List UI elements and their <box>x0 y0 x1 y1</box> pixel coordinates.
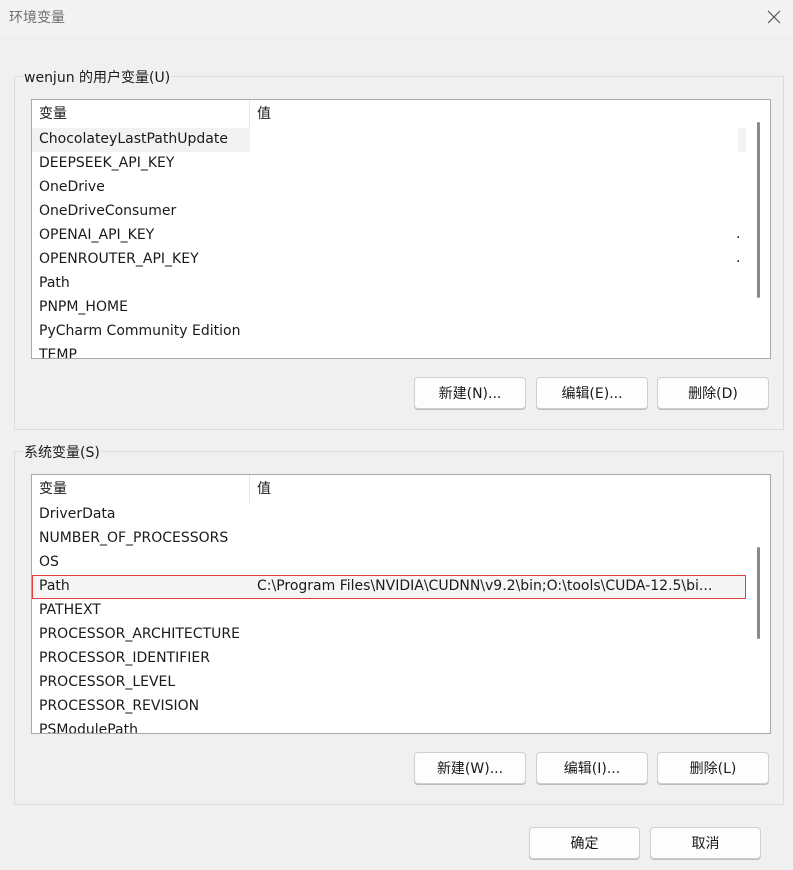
system-variables-list[interactable]: 变量 值 DriverData NUMBER_OF_PROCESSORS OS … <box>31 474 771 734</box>
scrollbar-thumb[interactable] <box>757 547 760 639</box>
list-item[interactable]: PROCESSOR_LEVEL <box>32 671 746 695</box>
list-item[interactable]: ChocolateyLastPathUpdate <box>32 128 746 152</box>
variable-name: PyCharm Community Edition <box>39 323 241 339</box>
list-item[interactable]: OPENAI_API_KEY . <box>32 224 746 248</box>
user-variables-group: wenjun 的用户变量(U) 变量 值 ChocolateyLastPathU… <box>14 67 784 430</box>
system-rows: DriverData NUMBER_OF_PROCESSORS OS Path … <box>32 503 746 734</box>
list-item[interactable]: PROCESSOR_ARCHITECTURE <box>32 623 746 647</box>
list-item[interactable]: DEEPSEEK_API_KEY <box>32 152 746 176</box>
list-item[interactable]: OS <box>32 551 746 575</box>
user-list-header: 变量 值 <box>32 100 746 128</box>
column-header-value[interactable]: 值 <box>250 100 746 128</box>
variable-name: OneDriveConsumer <box>39 203 177 219</box>
list-item[interactable]: PNPM_HOME <box>32 296 746 320</box>
system-variables-label: 系统变量(S) <box>23 442 101 462</box>
list-item[interactable]: TEMP <box>32 344 746 359</box>
list-item[interactable]: NUMBER_OF_PROCESSORS <box>32 527 746 551</box>
variable-name: PROCESSOR_REVISION <box>39 698 200 714</box>
variable-name: DEEPSEEK_API_KEY <box>39 155 175 171</box>
variable-name: OS <box>39 554 59 570</box>
list-item[interactable]: DriverData <box>32 503 746 527</box>
user-delete-button[interactable]: 删除(D) <box>657 377 769 409</box>
masked-value-dot: . <box>736 250 741 266</box>
variable-name: PROCESSOR_LEVEL <box>39 674 176 690</box>
ok-button[interactable]: 确定 <box>529 827 640 859</box>
column-header-value[interactable]: 值 <box>250 475 746 503</box>
system-delete-button[interactable]: 删除(L) <box>657 752 769 784</box>
value-cell-bg <box>250 128 738 152</box>
list-item[interactable]: OneDrive <box>32 176 746 200</box>
system-edit-button[interactable]: 编辑(I)... <box>536 752 648 784</box>
variable-name: PATHEXT <box>39 602 101 618</box>
variable-name: OPENAI_API_KEY <box>39 227 155 243</box>
cancel-button[interactable]: 取消 <box>650 827 761 859</box>
variable-name: TEMP <box>39 347 77 359</box>
list-item[interactable]: PSModulePath <box>32 719 746 734</box>
list-item[interactable]: Path <box>32 272 746 296</box>
masked-value-dot: . <box>736 226 741 242</box>
variable-name: PROCESSOR_IDENTIFIER <box>39 650 210 666</box>
variable-name: OPENROUTER_API_KEY <box>39 251 199 267</box>
user-variables-label: wenjun 的用户变量(U) <box>23 67 172 87</box>
user-new-button[interactable]: 新建(N)... <box>414 377 526 409</box>
variable-value: C:\Program Files\NVIDIA\CUDNN\v9.2\bin;O… <box>257 578 713 594</box>
title-bar: 环境变量 <box>0 0 793 34</box>
variable-name: OneDrive <box>39 179 105 195</box>
variable-name: PNPM_HOME <box>39 299 128 315</box>
variable-name: NUMBER_OF_PROCESSORS <box>39 530 229 546</box>
window-title: 环境变量 <box>9 10 65 26</box>
variable-name: Path <box>39 275 70 291</box>
list-item[interactable]: PROCESSOR_REVISION <box>32 695 746 719</box>
scrollbar-thumb[interactable] <box>757 122 760 298</box>
variable-name: ChocolateyLastPathUpdate <box>39 131 228 147</box>
list-item[interactable]: OneDriveConsumer <box>32 200 746 224</box>
user-rows: ChocolateyLastPathUpdate DEEPSEEK_API_KE… <box>32 128 746 359</box>
system-new-button[interactable]: 新建(W)... <box>414 752 526 784</box>
system-list-scrollbar[interactable] <box>748 475 770 733</box>
column-header-variable[interactable]: 变量 <box>32 475 250 503</box>
list-item-path-selected[interactable]: Path C:\Program Files\NVIDIA\CUDNN\v9.2\… <box>32 575 746 599</box>
close-button[interactable] <box>759 2 789 32</box>
list-item[interactable]: OPENROUTER_API_KEY . <box>32 248 746 272</box>
user-variables-list[interactable]: 变量 值 ChocolateyLastPathUpdate DEEPSEEK_A… <box>31 99 771 359</box>
variable-name: PSModulePath <box>39 722 138 734</box>
variable-name: PROCESSOR_ARCHITECTURE <box>39 626 240 642</box>
system-variables-group: 系统变量(S) 变量 值 DriverData NUMBER_OF_PROCES… <box>14 442 784 805</box>
system-list-header: 变量 值 <box>32 475 746 503</box>
variable-name: Path <box>39 578 70 594</box>
variable-name: DriverData <box>39 506 116 522</box>
close-icon <box>767 10 781 24</box>
column-header-variable[interactable]: 变量 <box>32 100 250 128</box>
list-item[interactable]: PROCESSOR_IDENTIFIER <box>32 647 746 671</box>
list-item[interactable]: PATHEXT <box>32 599 746 623</box>
user-edit-button[interactable]: 编辑(E)... <box>536 377 648 409</box>
list-item[interactable]: PyCharm Community Edition <box>32 320 746 344</box>
user-list-scrollbar[interactable] <box>748 100 770 358</box>
